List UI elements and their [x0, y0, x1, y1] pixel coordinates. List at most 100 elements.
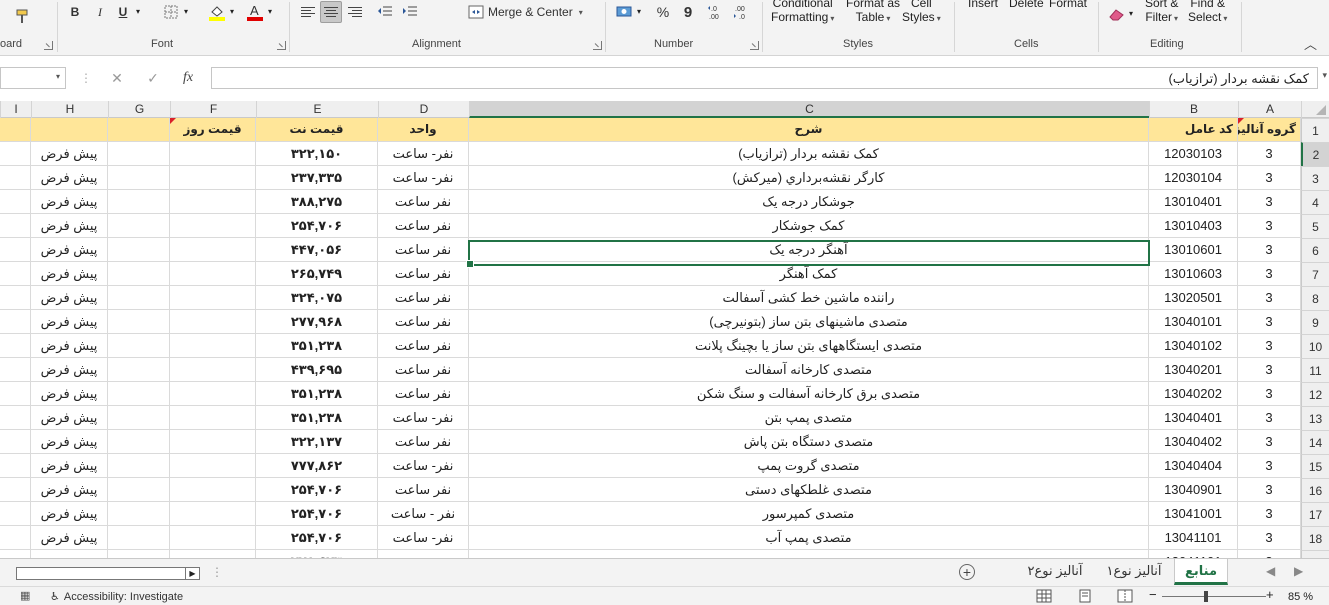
cell-G15[interactable]	[108, 454, 170, 478]
cell-H2[interactable]: پیش فرض	[31, 142, 108, 166]
cell-D7[interactable]: نفر ساعت	[378, 262, 469, 286]
cell-H13[interactable]: پیش فرض	[31, 406, 108, 430]
underline-dropdown-icon[interactable]: ▾	[136, 5, 140, 19]
cell-E15[interactable]: ۷۷۷,۸۶۲	[256, 454, 378, 478]
align-right-button[interactable]	[344, 1, 366, 23]
font-launcher-icon[interactable]	[277, 41, 286, 50]
cell-E2[interactable]: ۳۲۲,۱۵۰	[256, 142, 378, 166]
cell-B3[interactable]: 12030104	[1149, 166, 1238, 190]
cell-B15[interactable]: 13040404	[1149, 454, 1238, 478]
page-break-view-button[interactable]	[1117, 589, 1133, 603]
cell-B7[interactable]: 13010603	[1149, 262, 1238, 286]
cell-H9[interactable]: پیش فرض	[31, 310, 108, 334]
cell-E14[interactable]: ۳۲۲,۱۳۷	[256, 430, 378, 454]
name-box[interactable]: ▾	[0, 67, 66, 89]
row-header[interactable]: 9	[1301, 310, 1329, 334]
cell-G2[interactable]	[108, 142, 170, 166]
cell-D17[interactable]: نفر - ساعت	[378, 502, 469, 526]
cell-D15[interactable]: نفر- ساعت	[378, 454, 469, 478]
bold-button[interactable]: B	[64, 1, 86, 23]
cell-C7[interactable]: كمک آهنگر	[469, 262, 1149, 286]
cell-A1[interactable]: گروه آنالیز	[1238, 118, 1301, 142]
column-header-B[interactable]: B	[1149, 101, 1238, 118]
cell-G9[interactable]	[108, 310, 170, 334]
cell-I6[interactable]	[0, 238, 31, 262]
cancel-icon[interactable]: ✕	[105, 67, 129, 89]
enter-icon[interactable]: ✓	[141, 67, 165, 89]
cell-B14[interactable]: 13040402	[1149, 430, 1238, 454]
name-box-dropdown-icon[interactable]: ▾	[56, 72, 60, 81]
cell-D13[interactable]: نفر- ساعت	[378, 406, 469, 430]
cell-C18[interactable]: متصدی پمپ آب	[469, 526, 1149, 550]
cell-B8[interactable]: 13020501	[1149, 286, 1238, 310]
cell-C2[interactable]: کمک نقشه بردار (ترازیاب)	[469, 142, 1149, 166]
cell-G18[interactable]	[108, 526, 170, 550]
cell-H11[interactable]: پیش فرض	[31, 358, 108, 382]
collapse-ribbon-icon[interactable]: ︿	[1304, 38, 1317, 52]
row-header[interactable]: 8	[1301, 286, 1329, 310]
cell-E18[interactable]: ۲۵۴,۷۰۶	[256, 526, 378, 550]
cell-G19[interactable]	[108, 550, 170, 558]
cell-E12[interactable]: ۳۵۱,۲۳۸	[256, 382, 378, 406]
cell-B19[interactable]: 13041101	[1149, 550, 1238, 558]
cell-B5[interactable]: 13010403	[1149, 214, 1238, 238]
accounting-dropdown-icon[interactable]: ▾	[637, 5, 641, 19]
add-sheet-button[interactable]: +	[959, 564, 975, 580]
cell-I9[interactable]	[0, 310, 31, 334]
increase-decimal-button[interactable]: .0.00	[706, 1, 728, 23]
cell-E1[interactable]: قیمت نت	[256, 118, 378, 142]
zoom-slider[interactable]	[1162, 596, 1266, 597]
row-header[interactable]: 10	[1301, 334, 1329, 358]
cell-D4[interactable]: نفر ساعت	[378, 190, 469, 214]
alignment-launcher-icon[interactable]	[593, 41, 602, 50]
cell-G14[interactable]	[108, 430, 170, 454]
page-layout-view-button[interactable]	[1077, 589, 1093, 603]
conditional-formatting-button[interactable]: Conditional Formatting ▾	[771, 0, 834, 26]
clipboard-launcher-icon[interactable]	[44, 41, 53, 50]
formula-input[interactable]: کمک نقشه بردار (ترازیاب)	[211, 67, 1318, 89]
font-color-dropdown-icon[interactable]: ▾	[268, 5, 272, 19]
cell-B17[interactable]: 13041001	[1149, 502, 1238, 526]
cell-G17[interactable]	[108, 502, 170, 526]
italic-button[interactable]: I	[89, 1, 111, 23]
cell-A5[interactable]: 3	[1238, 214, 1301, 238]
horizontal-scrollbar[interactable]: ▶	[16, 567, 200, 580]
cell-I2[interactable]	[0, 142, 31, 166]
cell-C10[interactable]: متصدی ايستگاههای بتن ساز يا بچينگ پلانت	[469, 334, 1149, 358]
cell-G13[interactable]	[108, 406, 170, 430]
cell-G7[interactable]	[108, 262, 170, 286]
cell-C12[interactable]: متصدی برق كارخانه آسفالت و سنگ شكن	[469, 382, 1149, 406]
cell-I3[interactable]	[0, 166, 31, 190]
column-header-F[interactable]: F	[170, 101, 256, 118]
cell-I11[interactable]	[0, 358, 31, 382]
cell-E6[interactable]: ۴۴۷,۰۵۶	[256, 238, 378, 262]
insert-function-button[interactable]: fx	[176, 67, 200, 89]
cell-F12[interactable]	[170, 382, 256, 406]
fill-color-button[interactable]	[206, 1, 228, 23]
cell-I12[interactable]	[0, 382, 31, 406]
cell-F16[interactable]	[170, 478, 256, 502]
cell-D19[interactable]	[378, 550, 469, 558]
cell-H1[interactable]	[31, 118, 108, 142]
cell-I8[interactable]	[0, 286, 31, 310]
cell-G6[interactable]	[108, 238, 170, 262]
cell-F5[interactable]	[170, 214, 256, 238]
accounting-format-button[interactable]	[614, 1, 636, 23]
fill-color-dropdown-icon[interactable]: ▾	[230, 5, 234, 19]
cell-B12[interactable]: 13040202	[1149, 382, 1238, 406]
cell-G8[interactable]	[108, 286, 170, 310]
cell-E13[interactable]: ۳۵۱,۲۳۸	[256, 406, 378, 430]
cell-B6[interactable]: 13010601	[1149, 238, 1238, 262]
cell-D2[interactable]: نفر- ساعت	[378, 142, 469, 166]
cell-H4[interactable]: پیش فرض	[31, 190, 108, 214]
cell-I15[interactable]	[0, 454, 31, 478]
cell-F2[interactable]	[170, 142, 256, 166]
column-header-G[interactable]: G	[108, 101, 170, 118]
tab-split-grip-icon[interactable]: ⋮	[211, 565, 223, 579]
cell-I5[interactable]	[0, 214, 31, 238]
tab-sheet-3[interactable]: آنالیز نوع۲	[1019, 559, 1091, 585]
cell-H5[interactable]: پیش فرض	[31, 214, 108, 238]
cell-E4[interactable]: ۳۸۸,۲۷۵	[256, 190, 378, 214]
cell-H6[interactable]: پیش فرض	[31, 238, 108, 262]
comma-style-button[interactable]: 9	[677, 1, 699, 23]
